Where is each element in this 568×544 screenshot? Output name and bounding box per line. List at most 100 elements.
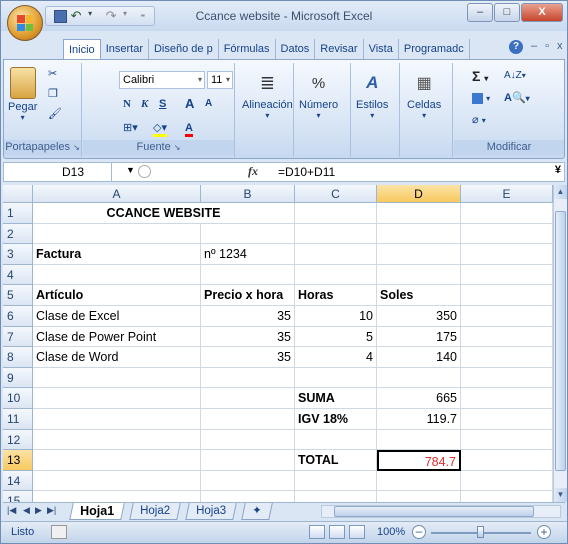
- styles-button[interactable]: A Estilos ▾: [356, 69, 388, 120]
- cell-d8[interactable]: 140: [377, 347, 461, 368]
- column-header-a[interactable]: A: [33, 185, 201, 203]
- column-header-e[interactable]: E: [461, 185, 553, 203]
- cell-d11[interactable]: 119.7: [377, 409, 461, 430]
- cell-b11[interactable]: [201, 409, 295, 430]
- font-launcher-icon[interactable]: ↘: [174, 143, 181, 152]
- font-color-button[interactable]: A: [185, 119, 193, 137]
- cell-b6[interactable]: 35: [201, 306, 295, 327]
- formula-cancel-icon[interactable]: [138, 165, 151, 178]
- cell-b5[interactable]: Precio x hora: [201, 285, 295, 306]
- bold-button[interactable]: N: [123, 95, 131, 113]
- zoom-level[interactable]: 100%: [377, 526, 405, 538]
- row-header-8[interactable]: 8: [3, 347, 33, 368]
- cell-b3[interactable]: nº 1234: [201, 244, 295, 265]
- cell-d4[interactable]: [377, 264, 461, 286]
- cell-a7[interactable]: Clase de Power Point: [33, 326, 201, 348]
- clipboard-launcher-icon[interactable]: ↘: [73, 143, 80, 152]
- row-header-7[interactable]: 7: [3, 326, 33, 348]
- minimize-button[interactable]: –: [467, 3, 493, 22]
- row-header-13[interactable]: 13: [3, 450, 33, 471]
- cell-d7[interactable]: 175: [377, 326, 461, 348]
- cell-c4[interactable]: [295, 264, 377, 286]
- column-header-b[interactable]: B: [201, 185, 295, 203]
- help-icon[interactable]: ?: [509, 40, 523, 54]
- ribbon-minimize-icon[interactable]: –: [531, 40, 537, 54]
- cell-a4[interactable]: [33, 264, 201, 286]
- cell-e15[interactable]: [461, 491, 553, 502]
- office-button[interactable]: [7, 5, 43, 41]
- cell-b1[interactable]: [201, 203, 295, 224]
- column-header-c[interactable]: C: [295, 185, 377, 203]
- cell-a2[interactable]: [33, 223, 201, 245]
- cell-e1[interactable]: [461, 203, 553, 224]
- cell-a14[interactable]: [33, 470, 201, 492]
- insert-sheet-icon[interactable]: ✦: [241, 503, 273, 520]
- cut-icon[interactable]: ✂: [48, 65, 57, 83]
- autosum-button[interactable]: Σ ▾: [472, 67, 488, 85]
- row-header-15[interactable]: 15: [3, 491, 33, 502]
- tab-insertar[interactable]: Insertar: [101, 39, 149, 59]
- name-box-dropdown-icon[interactable]: ▼: [126, 165, 135, 175]
- zoom-out-icon[interactable]: –: [412, 525, 426, 539]
- row-header-2[interactable]: 2: [3, 223, 33, 245]
- row-header-6[interactable]: 6: [3, 306, 33, 327]
- insert-function-icon[interactable]: fx: [248, 164, 258, 179]
- tab-programador[interactable]: Programadc: [399, 39, 470, 59]
- shrink-font-button[interactable]: A: [205, 95, 212, 113]
- row-header-11[interactable]: 11: [3, 409, 33, 430]
- cell-c8[interactable]: 4: [295, 347, 377, 368]
- cell-c15[interactable]: [295, 491, 377, 502]
- cell-e13[interactable]: [461, 450, 553, 471]
- sheet-tab-hoja2[interactable]: Hoja2: [129, 503, 181, 520]
- select-all-corner[interactable]: [3, 185, 33, 203]
- last-sheet-icon[interactable]: ▶|: [47, 505, 56, 516]
- row-header-4[interactable]: 4: [3, 264, 33, 286]
- cell-d14[interactable]: [377, 470, 461, 492]
- row-header-1[interactable]: 1: [3, 203, 33, 224]
- cell-a10[interactable]: [33, 388, 201, 409]
- macro-record-icon[interactable]: [51, 525, 67, 539]
- cell-e12[interactable]: [461, 429, 553, 451]
- cell-d10[interactable]: 665: [377, 388, 461, 409]
- first-sheet-icon[interactable]: |◀: [7, 505, 16, 516]
- tab-diseno[interactable]: Diseño de p: [149, 39, 219, 59]
- cell-a15[interactable]: [33, 491, 201, 502]
- alignment-button[interactable]: ≣ Alineación ▾: [242, 69, 293, 121]
- page-break-view-icon[interactable]: [349, 525, 365, 539]
- cell-c12[interactable]: [295, 429, 377, 451]
- cell-e10[interactable]: [461, 388, 553, 409]
- cell-c11[interactable]: IGV 18%: [295, 409, 377, 430]
- cell-e8[interactable]: [461, 347, 553, 368]
- vertical-scroll-thumb[interactable]: [555, 211, 566, 471]
- name-box[interactable]: D13: [4, 163, 112, 181]
- cell-c6[interactable]: 10: [295, 306, 377, 327]
- zoom-slider-thumb[interactable]: [477, 526, 484, 538]
- cell-e11[interactable]: [461, 409, 553, 430]
- cell-e2[interactable]: [461, 223, 553, 245]
- vertical-scrollbar[interactable]: ▲ ▼: [553, 185, 567, 502]
- cell-d5[interactable]: Soles: [377, 285, 461, 306]
- cell-c7[interactable]: 5: [295, 326, 377, 348]
- cell-b12[interactable]: [201, 429, 295, 451]
- cells-button[interactable]: ▦ Celdas ▾: [407, 69, 441, 120]
- cell-c5[interactable]: Horas: [295, 285, 377, 306]
- cell-a8[interactable]: Clase de Word: [33, 347, 201, 368]
- find-select-button[interactable]: A🔍▾: [504, 89, 530, 107]
- column-header-d[interactable]: D: [377, 185, 461, 203]
- horizontal-scroll-thumb[interactable]: [334, 506, 534, 517]
- italic-button[interactable]: K: [141, 95, 148, 113]
- cell-b9[interactable]: [201, 367, 295, 389]
- cell-c1[interactable]: [295, 203, 377, 224]
- row-header-14[interactable]: 14: [3, 470, 33, 492]
- cell-b7[interactable]: 35: [201, 326, 295, 348]
- close-button[interactable]: X: [521, 3, 563, 22]
- cell-c14[interactable]: [295, 470, 377, 492]
- normal-view-icon[interactable]: [309, 525, 325, 539]
- cell-a5[interactable]: Artículo: [33, 285, 201, 306]
- cell-c9[interactable]: [295, 367, 377, 389]
- cell-d12[interactable]: [377, 429, 461, 451]
- page-layout-view-icon[interactable]: [329, 525, 345, 539]
- cell-a3[interactable]: Factura: [33, 244, 201, 265]
- cell-d15[interactable]: [377, 491, 461, 502]
- cell-e7[interactable]: [461, 326, 553, 348]
